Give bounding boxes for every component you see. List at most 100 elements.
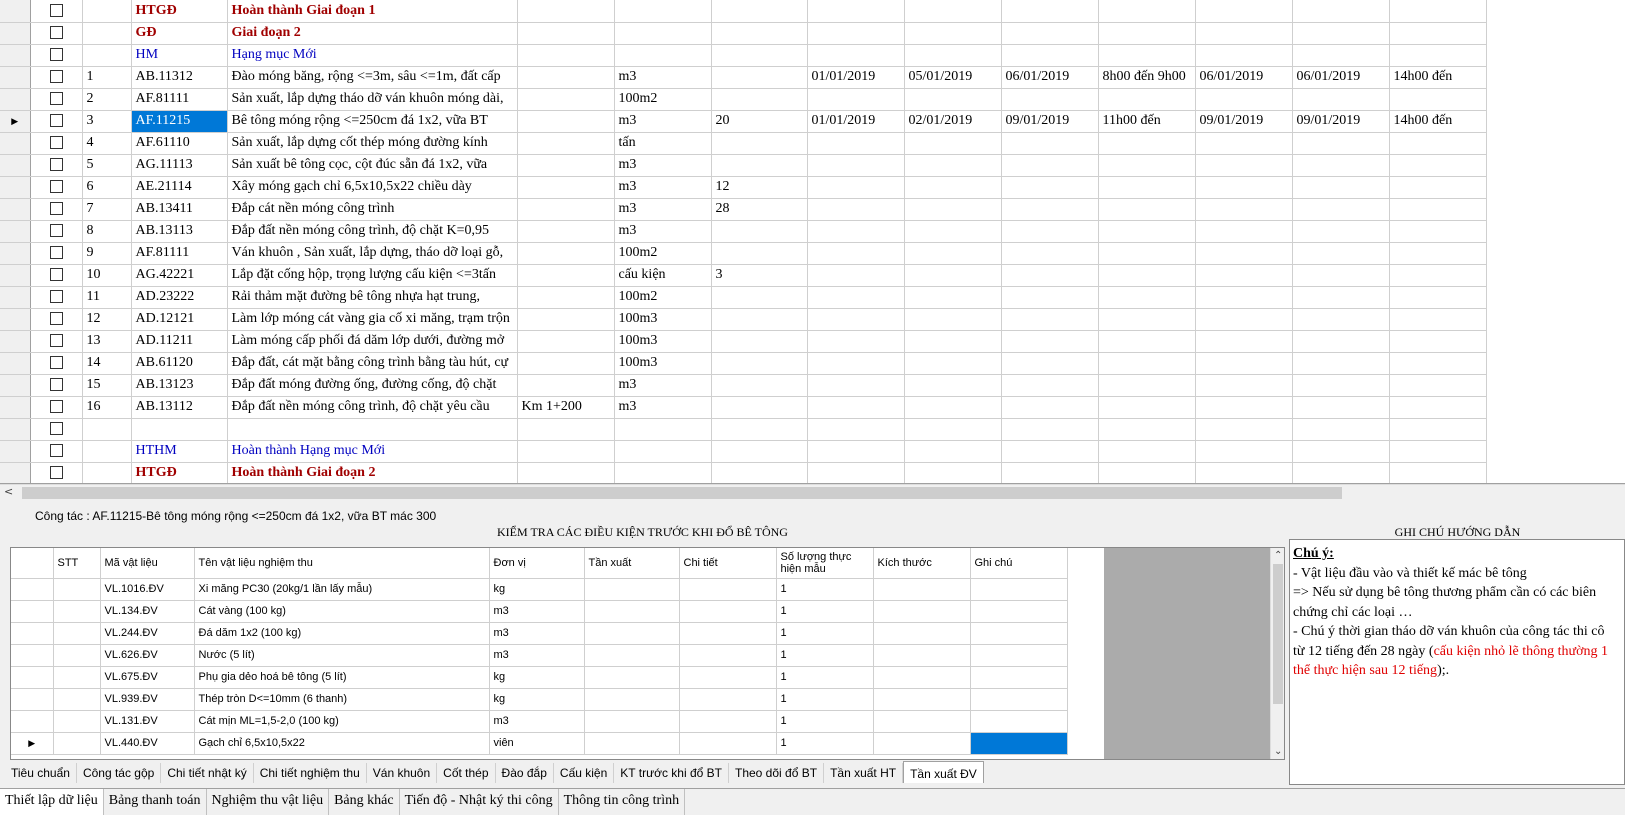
unit-cell[interactable]	[614, 462, 712, 483]
inner-tab[interactable]: Ván khuôn	[367, 763, 438, 783]
date-cell[interactable]	[1001, 352, 1099, 375]
sample-quantity-cell[interactable]: 1	[776, 688, 874, 711]
vertical-scrollbar[interactable]: ⌃ ⌄	[1270, 548, 1284, 759]
quantity-cell[interactable]	[711, 88, 808, 111]
stt-cell[interactable]: 9	[82, 242, 132, 265]
date-cell[interactable]	[1001, 132, 1099, 155]
start-date-cell[interactable]	[807, 264, 905, 287]
work-item-row[interactable]: ▶ 3 AF.11215 Bê tông móng rộng <=250cm đá 1…	[0, 110, 1583, 133]
date-cell[interactable]: 06/01/2019	[1195, 66, 1293, 89]
name-cell[interactable]: Lắp đặt cống hộp, trọng lượng cấu kiện <…	[227, 264, 518, 287]
row-indicator[interactable]	[0, 132, 31, 155]
start-date-cell[interactable]: 01/01/2019	[807, 110, 905, 133]
detail-cell[interactable]	[679, 578, 777, 601]
work-item-row[interactable]: 15 AB.13123 Đắp đất móng đường ống, đường …	[0, 374, 1583, 397]
name-cell[interactable]	[227, 418, 518, 441]
date-cell[interactable]	[1001, 242, 1099, 265]
unit-cell[interactable]: m3	[614, 176, 712, 199]
date-cell[interactable]	[1001, 462, 1099, 483]
time-cell[interactable]	[1389, 352, 1487, 375]
date-cell[interactable]	[1195, 44, 1293, 67]
row-checkbox-cell[interactable]	[30, 462, 83, 483]
header-material-code[interactable]: Mã vật liệu	[100, 548, 195, 579]
row-checkbox-cell[interactable]	[30, 264, 83, 287]
time-cell[interactable]	[1098, 198, 1196, 221]
material-code-cell[interactable]: VL.131.ĐV	[100, 710, 195, 733]
location-cell[interactable]	[517, 352, 615, 375]
date-cell[interactable]	[1292, 88, 1390, 111]
row-checkbox-cell[interactable]	[30, 308, 83, 331]
note-cell[interactable]	[970, 688, 1068, 711]
unit-cell[interactable]: m3	[614, 154, 712, 177]
material-name-cell[interactable]: Phụ gia dẻo hoá bê tông (5 lít)	[194, 666, 490, 689]
date-cell[interactable]	[1001, 264, 1099, 287]
unit-cell[interactable]: viên	[489, 732, 585, 755]
unit-cell[interactable]: kg	[489, 666, 585, 689]
location-cell[interactable]	[517, 418, 615, 441]
material-name-cell[interactable]: Xi măng PC30 (20kg/1 lần lấy mẫu)	[194, 578, 490, 601]
date-cell[interactable]: 06/01/2019	[1292, 66, 1390, 89]
row-checkbox-cell[interactable]	[30, 198, 83, 221]
quantity-cell[interactable]	[711, 418, 808, 441]
code-cell[interactable]: AB.13112	[131, 396, 228, 419]
detail-cell[interactable]	[679, 710, 777, 733]
name-cell[interactable]: Làm móng cấp phối đá dăm lớp dưới, đường…	[227, 330, 518, 353]
row-checkbox-cell[interactable]	[30, 330, 83, 353]
row-checkbox[interactable]	[49, 400, 63, 414]
header-size[interactable]: Kích thước	[873, 548, 971, 579]
date-cell[interactable]	[1001, 44, 1099, 67]
unit-cell[interactable]: 100m3	[614, 352, 712, 375]
code-cell[interactable]: AB.61120	[131, 352, 228, 375]
note-cell[interactable]	[970, 644, 1068, 667]
work-item-row[interactable]: HM Hạng mục Mới	[0, 44, 1583, 67]
bottom-tab[interactable]: Thiết lập dữ liệu	[0, 789, 104, 815]
name-cell[interactable]: Rải thảm mặt đường bê tông nhựa hạt trun…	[227, 286, 518, 309]
start-date-cell[interactable]	[807, 132, 905, 155]
name-cell[interactable]: Sản xuất, lắp dựng cốt thép móng đường k…	[227, 132, 518, 155]
date-cell[interactable]	[1292, 242, 1390, 265]
frequency-cell[interactable]	[584, 666, 680, 689]
stt-cell[interactable]: 14	[82, 352, 132, 375]
note-cell[interactable]	[970, 600, 1068, 623]
row-checkbox[interactable]	[49, 224, 63, 238]
time-cell[interactable]	[1098, 242, 1196, 265]
time-cell[interactable]	[1389, 88, 1487, 111]
work-item-row[interactable]: 13 AD.11211 Làm móng cấp phối đá dăm lớp d…	[0, 330, 1583, 353]
inner-tab[interactable]: Tiêu chuẩn	[5, 763, 77, 783]
size-cell[interactable]	[873, 644, 971, 667]
stt-cell[interactable]	[53, 644, 101, 667]
quantity-cell[interactable]	[711, 286, 808, 309]
start-date-cell[interactable]	[807, 44, 905, 67]
location-cell[interactable]	[517, 286, 615, 309]
stt-cell[interactable]: 5	[82, 154, 132, 177]
code-cell[interactable]: AB.11312	[131, 66, 228, 89]
work-item-row[interactable]: 8 AB.13113 Đắp đất nền móng công trình, độ…	[0, 220, 1583, 243]
header-unit[interactable]: Đơn vị	[489, 548, 585, 579]
end-date-cell[interactable]	[904, 242, 1002, 265]
code-cell[interactable]: AE.21114	[131, 176, 228, 199]
date-cell[interactable]	[1195, 264, 1293, 287]
time-cell[interactable]	[1389, 418, 1487, 441]
date-cell[interactable]	[1001, 0, 1099, 23]
frequency-cell[interactable]	[584, 578, 680, 601]
row-checkbox[interactable]	[49, 334, 63, 348]
date-cell[interactable]	[1292, 286, 1390, 309]
row-checkbox-cell[interactable]	[30, 44, 83, 67]
time-cell[interactable]: 14h00 đến	[1389, 66, 1487, 89]
date-cell[interactable]	[1195, 176, 1293, 199]
stt-cell[interactable]: 8	[82, 220, 132, 243]
date-cell[interactable]	[1195, 418, 1293, 441]
row-checkbox[interactable]	[49, 114, 63, 128]
code-cell[interactable]: AD.11211	[131, 330, 228, 353]
location-cell[interactable]: Km 1+200	[517, 396, 615, 419]
date-cell[interactable]	[1292, 44, 1390, 67]
bottom-tab[interactable]: Bảng thanh toán	[104, 789, 207, 815]
row-checkbox[interactable]	[49, 70, 63, 84]
time-cell[interactable]	[1098, 462, 1196, 483]
name-cell[interactable]: Đào móng băng, rộng <=3m, sâu <=1m, đất …	[227, 66, 518, 89]
stt-cell[interactable]: 2	[82, 88, 132, 111]
name-cell[interactable]: Đắp cát nền móng công trình	[227, 198, 518, 221]
work-item-row[interactable]: 12 AD.12121 Làm lớp móng cát vàng gia cố x…	[0, 308, 1583, 331]
stt-cell[interactable]: 10	[82, 264, 132, 287]
row-checkbox-cell[interactable]	[30, 220, 83, 243]
